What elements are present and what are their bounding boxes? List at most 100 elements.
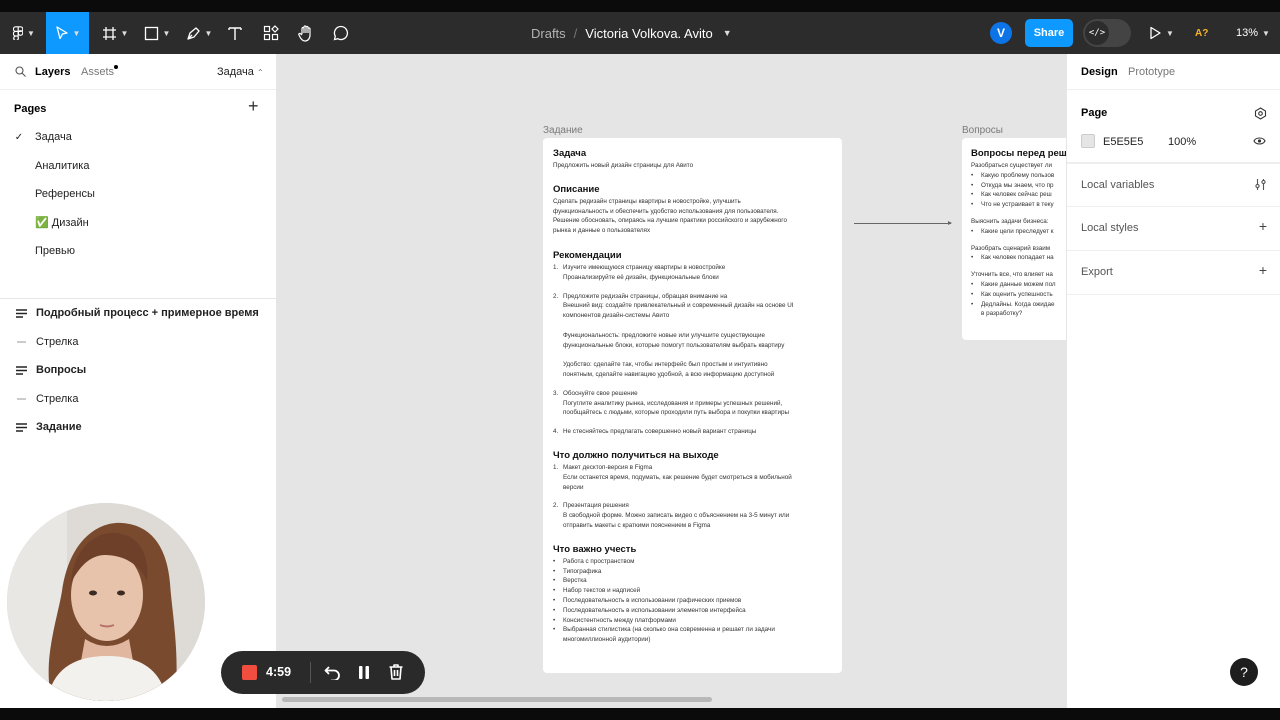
frame-subtitle: Предложить новый дизайн страницы для Ави… bbox=[553, 162, 694, 169]
add-export-icon[interactable]: + bbox=[1259, 262, 1267, 278]
list-number: 2. bbox=[553, 292, 559, 300]
comment-tool-button[interactable] bbox=[331, 12, 351, 54]
main-menu-button[interactable]: ▼ bbox=[8, 12, 40, 54]
breadcrumb: Drafts / Victoria Volkova. Avito ▼ bbox=[531, 12, 732, 54]
add-page-icon[interactable]: + bbox=[248, 96, 259, 117]
layer-item[interactable]: Вопросы bbox=[0, 358, 276, 382]
questions-frame[interactable]: Вопросы перед реш Разобраться существует… bbox=[962, 138, 1066, 340]
top-edge bbox=[0, 0, 1280, 12]
page-item[interactable]: ✓ Задача bbox=[0, 125, 276, 149]
move-tool-button[interactable]: ▼ bbox=[46, 12, 89, 54]
list-line: 1. Макет десктоп-версия в Figma bbox=[553, 463, 832, 473]
trash-icon[interactable] bbox=[388, 663, 404, 681]
bullet-item: • Выбранная стилистика (на сколько она со… bbox=[553, 625, 832, 635]
breadcrumb-drafts[interactable]: Drafts bbox=[531, 26, 566, 41]
toolbar: ▼ ▼ ▼ ▼ ▼ Drafts / Victoria Volkova. Avi… bbox=[0, 12, 1280, 54]
list-text: компонентов дизайн-системы Авито bbox=[563, 312, 670, 320]
frame-label-questions[interactable]: Вопросы bbox=[962, 125, 1003, 136]
layer-item[interactable]: Стрелка bbox=[0, 387, 276, 411]
help-button[interactable]: ? bbox=[1230, 658, 1258, 686]
arrow-connector[interactable] bbox=[854, 221, 952, 225]
description-text: Сделать редизайн страницы квартиры в нов… bbox=[553, 197, 832, 236]
share-button[interactable]: Share bbox=[1025, 19, 1073, 47]
frame-tool-button[interactable]: ▼ bbox=[99, 12, 131, 54]
tab-prototype[interactable]: Prototype bbox=[1128, 66, 1175, 78]
bullet-item: • Последовательность в использовании граф… bbox=[553, 596, 832, 606]
list-line: Проанализируйте её дизайн, функциональны… bbox=[553, 273, 832, 283]
bullet-item: • Верстка bbox=[553, 576, 832, 586]
page-item-label: Аналитика bbox=[35, 159, 90, 172]
page-item[interactable]: Референсы bbox=[0, 182, 276, 206]
dev-mode-toggle[interactable]: </> bbox=[1083, 19, 1131, 47]
file-name[interactable]: Victoria Volkova. Avito bbox=[585, 26, 712, 41]
list-gap bbox=[553, 380, 832, 389]
local-variables-section[interactable]: Local variables bbox=[1067, 163, 1280, 207]
line-icon bbox=[0, 398, 36, 400]
resources-tool-button[interactable] bbox=[261, 12, 281, 54]
question-line bbox=[971, 263, 1066, 270]
present-button[interactable]: ▼ bbox=[1148, 12, 1174, 54]
search-icon[interactable] bbox=[15, 66, 26, 77]
page-item[interactable]: Превью bbox=[0, 239, 276, 263]
figma-app: ▼ ▼ ▼ ▼ ▼ Drafts / Victoria Volkova. Avi… bbox=[0, 0, 1280, 720]
shape-tool-button[interactable]: ▼ bbox=[141, 12, 173, 54]
bullet-icon: • bbox=[553, 626, 556, 634]
layer-item[interactable]: Подробный процесс + примерное время bbox=[0, 301, 276, 325]
tab-design[interactable]: Design bbox=[1081, 66, 1118, 78]
task-frame[interactable]: Задача Предложить новый дизайн страницы … bbox=[543, 138, 842, 673]
question-line: • Откуда мы знаем, что пр bbox=[971, 181, 1066, 191]
list-text: Предложите редизайн страницы, обращая вн… bbox=[563, 292, 728, 300]
frame-label-task[interactable]: Задание bbox=[543, 125, 583, 136]
page-item[interactable]: Аналитика bbox=[0, 154, 276, 178]
page-color-value[interactable]: E5E5E5 bbox=[1103, 136, 1143, 148]
bullet-icon: • bbox=[971, 290, 974, 298]
stop-recording-button[interactable] bbox=[242, 665, 257, 680]
tab-assets[interactable]: Assets bbox=[81, 66, 114, 78]
ai-button[interactable]: A? bbox=[1195, 12, 1208, 54]
comment-icon bbox=[333, 25, 349, 41]
chevron-down-icon[interactable]: ▼ bbox=[723, 28, 732, 38]
pause-icon[interactable] bbox=[357, 665, 371, 680]
chevron-down-icon: ▼ bbox=[27, 28, 35, 38]
question-line: в разработку? bbox=[971, 309, 1066, 319]
text-frame-icon bbox=[0, 422, 36, 432]
question-line bbox=[971, 237, 1066, 244]
description-line: функциональность и обеспечить удобство и… bbox=[553, 207, 779, 215]
breadcrumb-separator: / bbox=[573, 25, 578, 41]
layer-item[interactable]: Стрелка bbox=[0, 330, 276, 354]
local-styles-section[interactable]: Local styles + bbox=[1067, 207, 1280, 251]
page-color-swatch[interactable] bbox=[1081, 134, 1095, 148]
hidden-settings-icon[interactable] bbox=[1254, 107, 1267, 120]
eye-icon[interactable] bbox=[1253, 136, 1266, 146]
list-number: 1. bbox=[553, 263, 559, 271]
rectangle-icon bbox=[144, 26, 158, 40]
add-style-icon[interactable]: + bbox=[1259, 218, 1267, 234]
avatar[interactable]: V bbox=[990, 22, 1012, 44]
canvas[interactable]: Задание Задача Предложить новый дизайн с… bbox=[277, 54, 1066, 708]
list-line: Если останется время, подумать, как реше… bbox=[553, 473, 832, 483]
text-tool-button[interactable] bbox=[225, 12, 245, 54]
page-switcher[interactable]: Задача ⌃ bbox=[217, 66, 264, 78]
list-number: 2. bbox=[553, 502, 559, 510]
pen-tool-button[interactable]: ▼ bbox=[183, 12, 215, 54]
chevron-down-icon: ▼ bbox=[120, 28, 129, 38]
layer-item-label: Стрелка bbox=[36, 335, 79, 348]
tab-layers[interactable]: Layers bbox=[35, 66, 70, 78]
hand-tool-button[interactable] bbox=[296, 12, 316, 54]
page-opacity-value[interactable]: 100% bbox=[1168, 136, 1196, 148]
sliders-icon[interactable] bbox=[1254, 178, 1267, 191]
export-section[interactable]: Export + bbox=[1067, 251, 1280, 295]
layer-item[interactable]: Задание bbox=[0, 415, 276, 439]
question-line: • Как оценить успешность bbox=[971, 290, 1066, 300]
horizontal-scrollbar[interactable] bbox=[282, 697, 712, 702]
zoom-menu[interactable]: 13% ▼ bbox=[1236, 12, 1270, 54]
description-line: рынка и данные о пользователях bbox=[553, 227, 651, 235]
bullet-icon: • bbox=[553, 577, 556, 585]
question-text: Дедлайны. Когда ожидае bbox=[981, 300, 1055, 308]
page-item[interactable]: ✅ Дизайн bbox=[0, 211, 276, 235]
list-line: Погуглите аналитику рынка, исследования … bbox=[553, 399, 832, 409]
undo-icon[interactable] bbox=[324, 664, 342, 680]
question-text: Откуда мы знаем, что пр bbox=[981, 181, 1054, 189]
bullet-icon: • bbox=[971, 300, 974, 308]
question-text: Разобрать сценарий взаим bbox=[971, 244, 1051, 252]
